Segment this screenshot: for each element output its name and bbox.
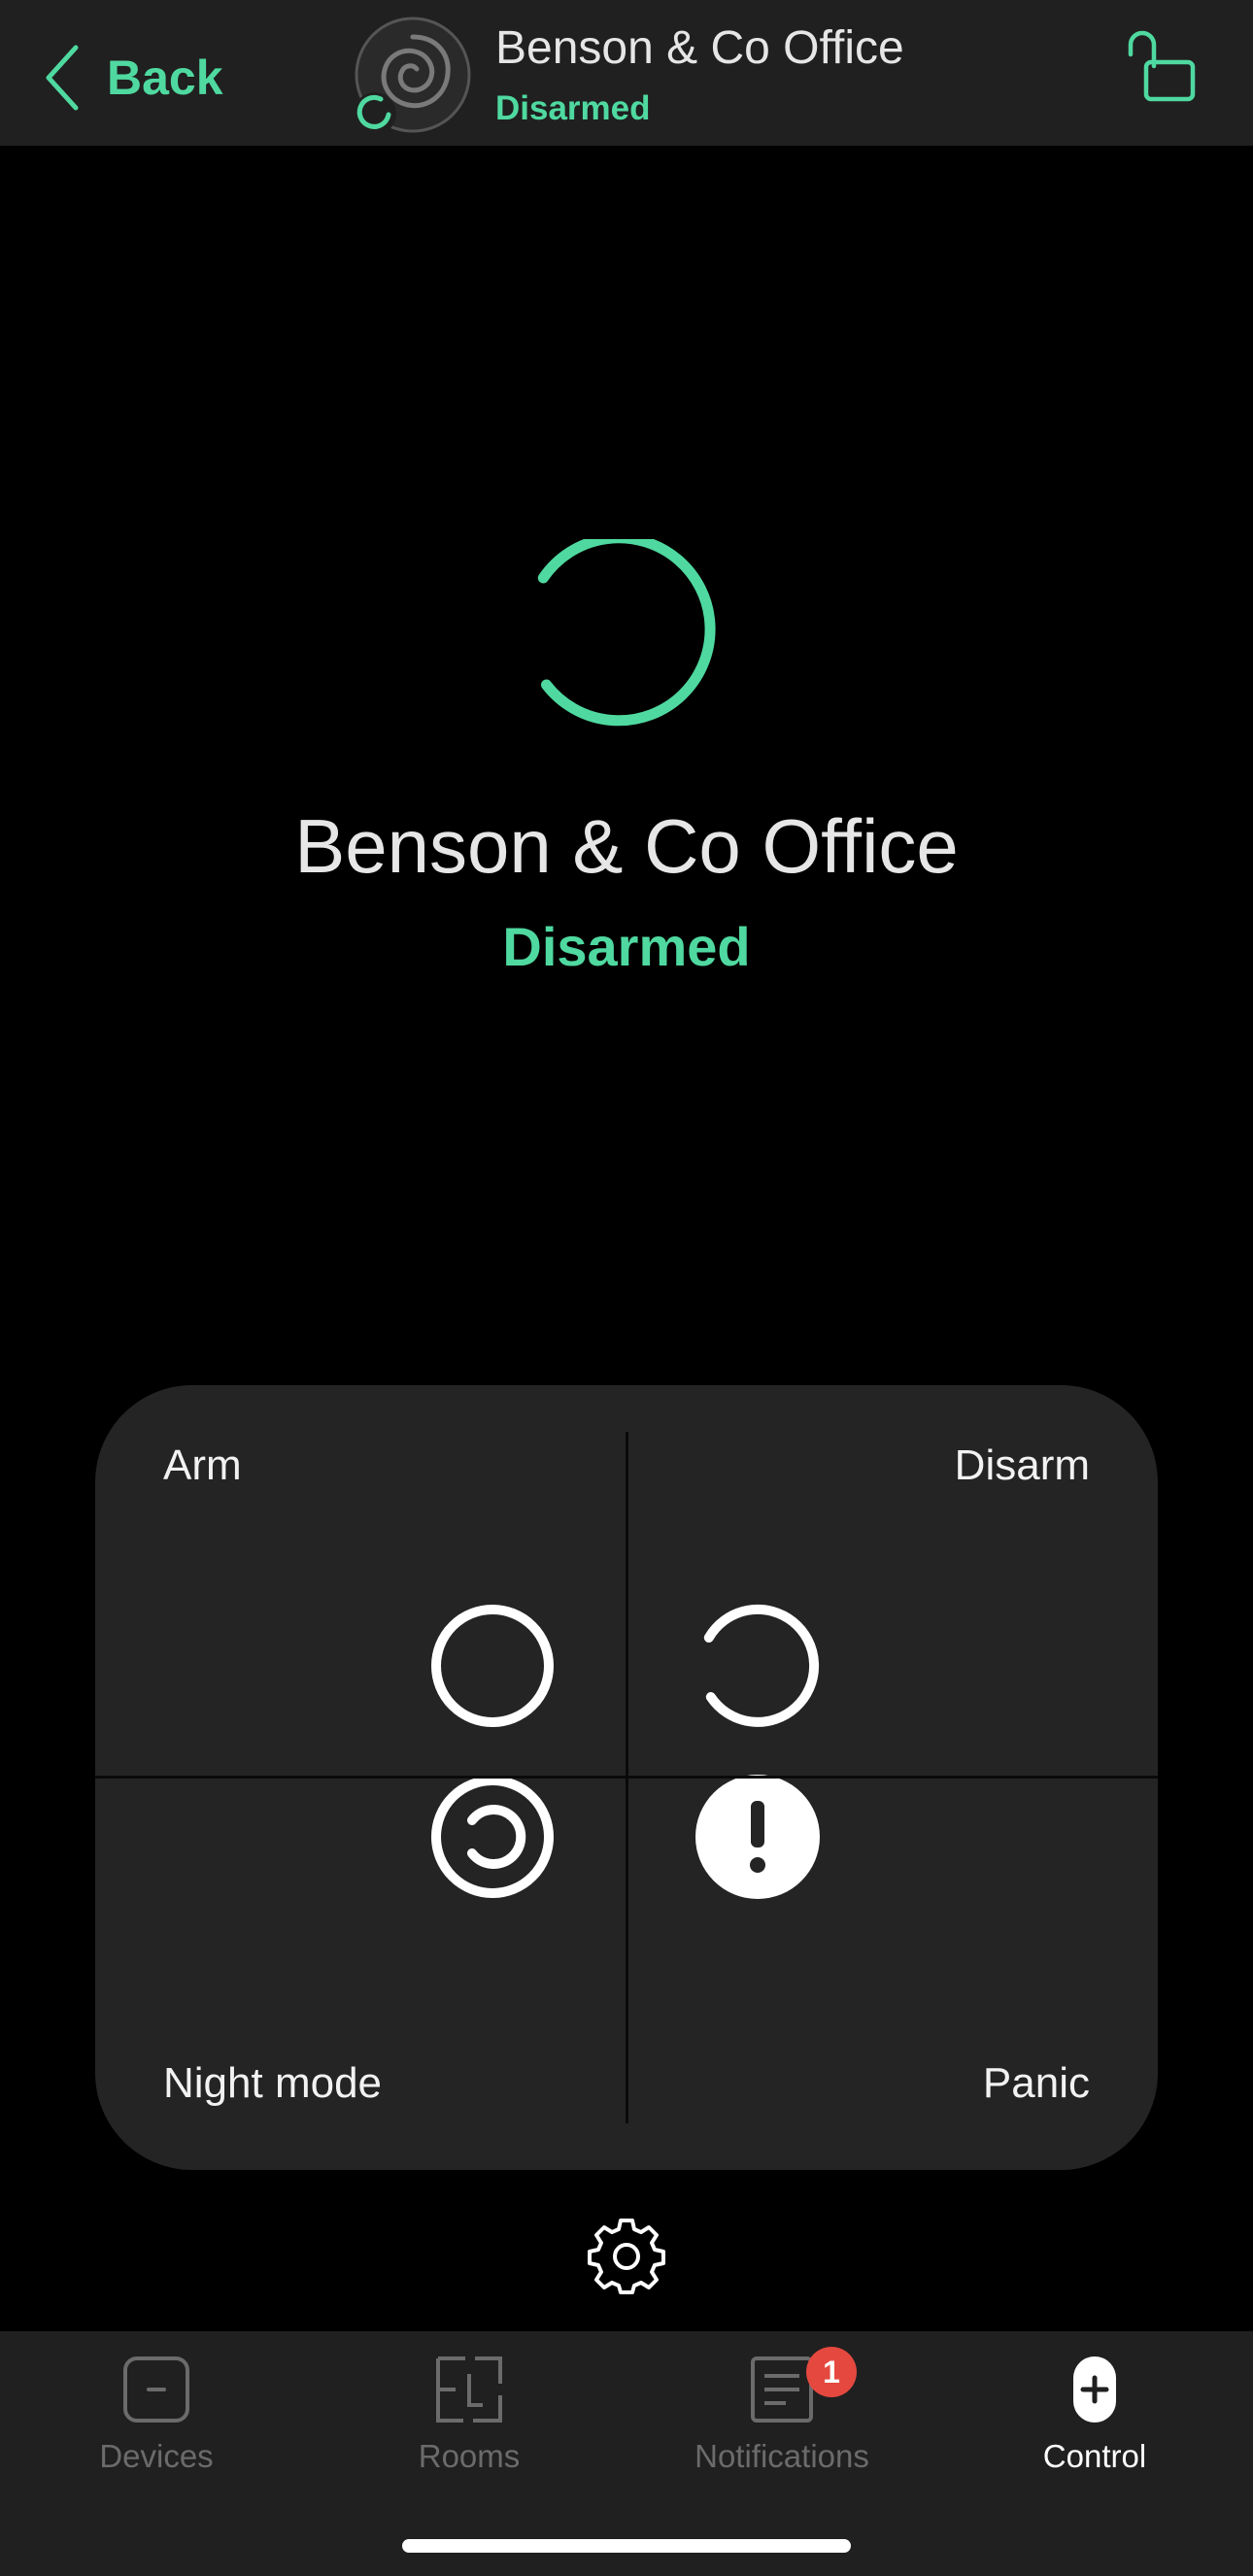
control-icon	[1060, 2355, 1130, 2424]
tab-notifications-label: Notifications	[694, 2438, 869, 2474]
panic-button[interactable]: Panic	[628, 1775, 1158, 2170]
arm-ring-icon	[429, 1603, 556, 1729]
unlocked-padlock-icon	[1128, 30, 1196, 102]
night-mode-button[interactable]: Night mode	[95, 1776, 626, 2170]
hub-status: Disarmed	[502, 916, 751, 977]
disarm-open-ring-icon	[694, 1603, 821, 1729]
chevron-left-icon	[46, 45, 79, 111]
devices-icon	[121, 2355, 191, 2424]
disarmed-status-icon	[529, 532, 724, 733]
settings-button[interactable]	[587, 2215, 666, 2294]
tab-control[interactable]: Control	[938, 2331, 1251, 2516]
night-mode-icon	[429, 1774, 556, 1900]
security-control-pad: Arm Disarm Night mode Panic	[95, 1385, 1158, 2170]
disarm-button[interactable]: Disarm	[628, 1385, 1158, 1776]
hub-avatar	[354, 16, 472, 135]
home-indicator[interactable]	[402, 2539, 851, 2553]
tab-control-label: Control	[1042, 2438, 1147, 2474]
back-label: Back	[107, 51, 223, 105]
panic-label: Panic	[982, 2059, 1090, 2107]
top-bar: Back Benson & Co Office Disarmed	[0, 0, 1253, 146]
arm-label: Arm	[163, 1441, 242, 1489]
hub-title: Benson & Co Office	[294, 803, 959, 889]
pad-divider-horizontal	[95, 1776, 1158, 1779]
arm-button[interactable]: Arm	[95, 1385, 626, 1776]
panic-exclamation-icon	[694, 1774, 821, 1900]
tab-devices[interactable]: Devices	[0, 2331, 313, 2516]
lock-button[interactable]	[1123, 27, 1199, 103]
notification-badge: 1	[806, 2347, 857, 2397]
back-button[interactable]: Back	[43, 43, 223, 113]
header-title: Benson & Co Office	[495, 22, 904, 74]
hub-spiral-icon	[354, 17, 471, 135]
rooms-icon	[434, 2355, 504, 2424]
tab-rooms-label: Rooms	[418, 2438, 521, 2474]
tab-notifications[interactable]: 1 Notifications	[626, 2331, 938, 2516]
header-status: Disarmed	[495, 89, 651, 127]
disarm-label: Disarm	[954, 1441, 1090, 1489]
night-mode-label: Night mode	[163, 2059, 383, 2107]
tab-rooms[interactable]: Rooms	[313, 2331, 626, 2516]
gear-icon	[588, 2219, 665, 2294]
tab-devices-label: Devices	[99, 2438, 214, 2474]
